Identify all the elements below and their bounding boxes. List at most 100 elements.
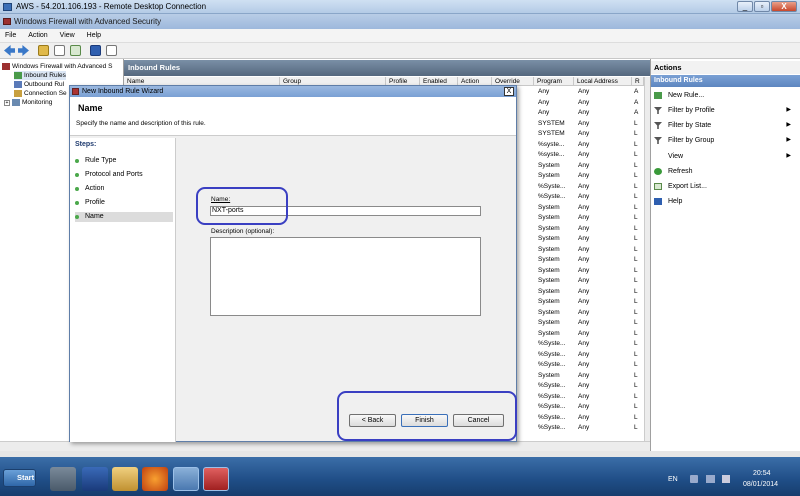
cell-remote[interactable]: L [634,172,638,179]
cell-remote[interactable]: L [634,141,638,148]
cell-program[interactable]: %Syste... [538,393,565,400]
cell-remote[interactable]: L [634,298,638,305]
cell-program[interactable]: %Syste... [538,382,565,389]
cell-local-address[interactable]: Any [578,382,589,389]
cell-program[interactable]: %Syste... [538,351,565,358]
cell-local-address[interactable]: Any [578,151,589,158]
cell-local-address[interactable]: Any [578,120,589,127]
cell-program[interactable]: %Syste... [538,361,565,368]
cell-program[interactable]: System [538,309,560,316]
action-refresh[interactable]: Refresh [653,165,793,178]
cell-remote[interactable]: L [634,225,638,232]
firewall-taskbar-icon[interactable] [203,467,229,491]
cell-local-address[interactable]: Any [578,403,589,410]
cell-local-address[interactable]: Any [578,225,589,232]
cell-remote[interactable]: L [634,330,638,337]
cell-remote[interactable]: L [634,214,638,221]
cell-local-address[interactable]: Any [578,330,589,337]
step-profile[interactable]: Profile [75,198,173,208]
cell-local-address[interactable]: Any [578,214,589,221]
cell-remote[interactable]: L [634,120,638,127]
cell-program[interactable]: System [538,267,560,274]
action-filter-by-profile[interactable]: Filter by Profile ▶ [653,104,793,117]
start-button[interactable]: Start [3,469,36,487]
cell-program[interactable]: System [538,214,560,221]
cell-program[interactable]: Any [538,88,549,95]
cell-program[interactable]: System [538,319,560,326]
cell-remote[interactable]: L [634,382,638,389]
cell-local-address[interactable]: Any [578,99,589,106]
cell-program[interactable]: System [538,172,560,179]
cell-program[interactable]: System [538,235,560,242]
cell-remote[interactable]: L [634,351,638,358]
cell-remote[interactable]: L [634,235,638,242]
step-rule-type[interactable]: Rule Type [75,156,173,166]
tree-root[interactable]: Windows Firewall with Advanced S [2,62,112,71]
cell-program[interactable]: System [538,162,560,169]
cell-program[interactable]: %syste... [538,151,564,158]
step-name[interactable]: Name [75,212,173,222]
wizard-close-button[interactable]: X [504,87,514,96]
cell-remote[interactable]: L [634,204,638,211]
column-header-remote[interactable]: R [632,77,644,86]
firefox-icon[interactable] [142,467,168,491]
properties-icon[interactable] [106,45,117,56]
cell-local-address[interactable]: Any [578,256,589,263]
server-manager-icon[interactable] [50,467,76,491]
cell-local-address[interactable]: Any [578,340,589,347]
step-action[interactable]: Action [75,184,173,194]
cell-program[interactable]: System [538,298,560,305]
cell-local-address[interactable]: Any [578,414,589,421]
cell-remote[interactable]: L [634,372,638,379]
cell-program[interactable]: %Syste... [538,183,565,190]
cell-remote[interactable]: L [634,130,638,137]
rules-horizontal-scrollbar[interactable] [124,441,650,451]
cell-remote[interactable]: A [634,109,638,116]
cell-program[interactable]: System [538,256,560,263]
cell-program[interactable]: %Syste... [538,193,565,200]
cell-local-address[interactable]: Any [578,288,589,295]
action-new-rule[interactable]: New Rule... [653,89,793,102]
show-hide-tree-icon[interactable] [54,45,65,56]
cell-program[interactable]: System [538,330,560,337]
tree-item-inbound-rules[interactable]: Inbound Rules [14,71,66,80]
cell-program[interactable]: %Syste... [538,414,565,421]
cell-program[interactable]: SYSTEM [538,120,565,127]
cell-program[interactable]: Any [538,109,549,116]
cell-local-address[interactable]: Any [578,130,589,137]
cell-remote[interactable]: L [634,267,638,274]
rule-description-textarea[interactable] [210,237,481,316]
cell-local-address[interactable]: Any [578,88,589,95]
cell-remote[interactable]: A [634,88,638,95]
tree-item-connection-security[interactable]: Connection Se [14,89,67,98]
cell-program[interactable]: System [538,372,560,379]
cell-local-address[interactable]: Any [578,393,589,400]
cell-remote[interactable]: L [634,393,638,400]
cell-local-address[interactable]: Any [578,277,589,284]
cell-local-address[interactable]: Any [578,351,589,358]
cell-local-address[interactable]: Any [578,141,589,148]
expand-icon[interactable]: + [4,100,10,106]
action-filter-by-group[interactable]: Filter by Group ▶ [653,134,793,147]
cell-local-address[interactable]: Any [578,204,589,211]
action-view[interactable]: View ▶ [653,150,793,163]
cell-remote[interactable]: L [634,151,638,158]
up-folder-icon[interactable] [38,45,49,56]
cell-remote[interactable]: L [634,340,638,347]
menu-view[interactable]: View [55,29,80,43]
cell-remote[interactable]: L [634,246,638,253]
cell-local-address[interactable]: Any [578,372,589,379]
cell-local-address[interactable]: Any [578,319,589,326]
cell-remote[interactable]: L [634,162,638,169]
step-protocol-and-ports[interactable]: Protocol and Ports [75,170,173,180]
menu-help[interactable]: Help [82,29,106,43]
cell-local-address[interactable]: Any [578,162,589,169]
cell-local-address[interactable]: Any [578,361,589,368]
explorer-icon[interactable] [112,467,138,491]
column-header-program[interactable]: Program [534,77,574,86]
back-arrow-icon[interactable] [4,45,15,56]
cell-remote[interactable]: L [634,309,638,316]
cell-remote[interactable]: L [634,183,638,190]
cell-remote[interactable]: L [634,277,638,284]
action-filter-by-state[interactable]: Filter by State ▶ [653,119,793,132]
